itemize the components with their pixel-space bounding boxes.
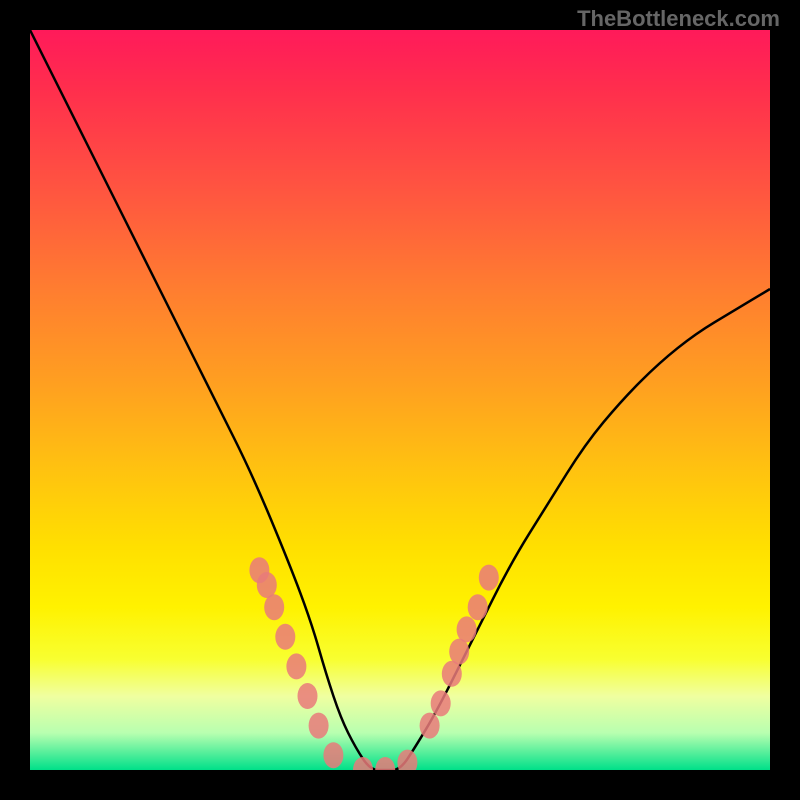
chart-svg xyxy=(30,30,770,770)
highlight-marker xyxy=(420,713,440,739)
highlight-marker xyxy=(309,713,329,739)
bottleneck-curve-line xyxy=(30,30,770,770)
highlight-marker xyxy=(275,624,295,650)
highlight-marker xyxy=(457,616,477,642)
highlight-marker xyxy=(298,683,318,709)
watermark-text: TheBottleneck.com xyxy=(577,6,780,32)
highlight-marker xyxy=(479,565,499,591)
highlight-marker xyxy=(442,661,462,687)
highlight-marker xyxy=(264,594,284,620)
chart-plot-area xyxy=(30,30,770,770)
highlight-marker xyxy=(257,572,277,598)
highlight-marker xyxy=(431,690,451,716)
highlighted-marker-group xyxy=(249,557,498,770)
highlight-marker xyxy=(353,757,373,770)
highlight-marker xyxy=(375,757,395,770)
highlight-marker xyxy=(468,594,488,620)
highlight-marker xyxy=(323,742,343,768)
highlight-marker xyxy=(449,639,469,665)
highlight-marker xyxy=(397,750,417,770)
highlight-marker xyxy=(286,653,306,679)
